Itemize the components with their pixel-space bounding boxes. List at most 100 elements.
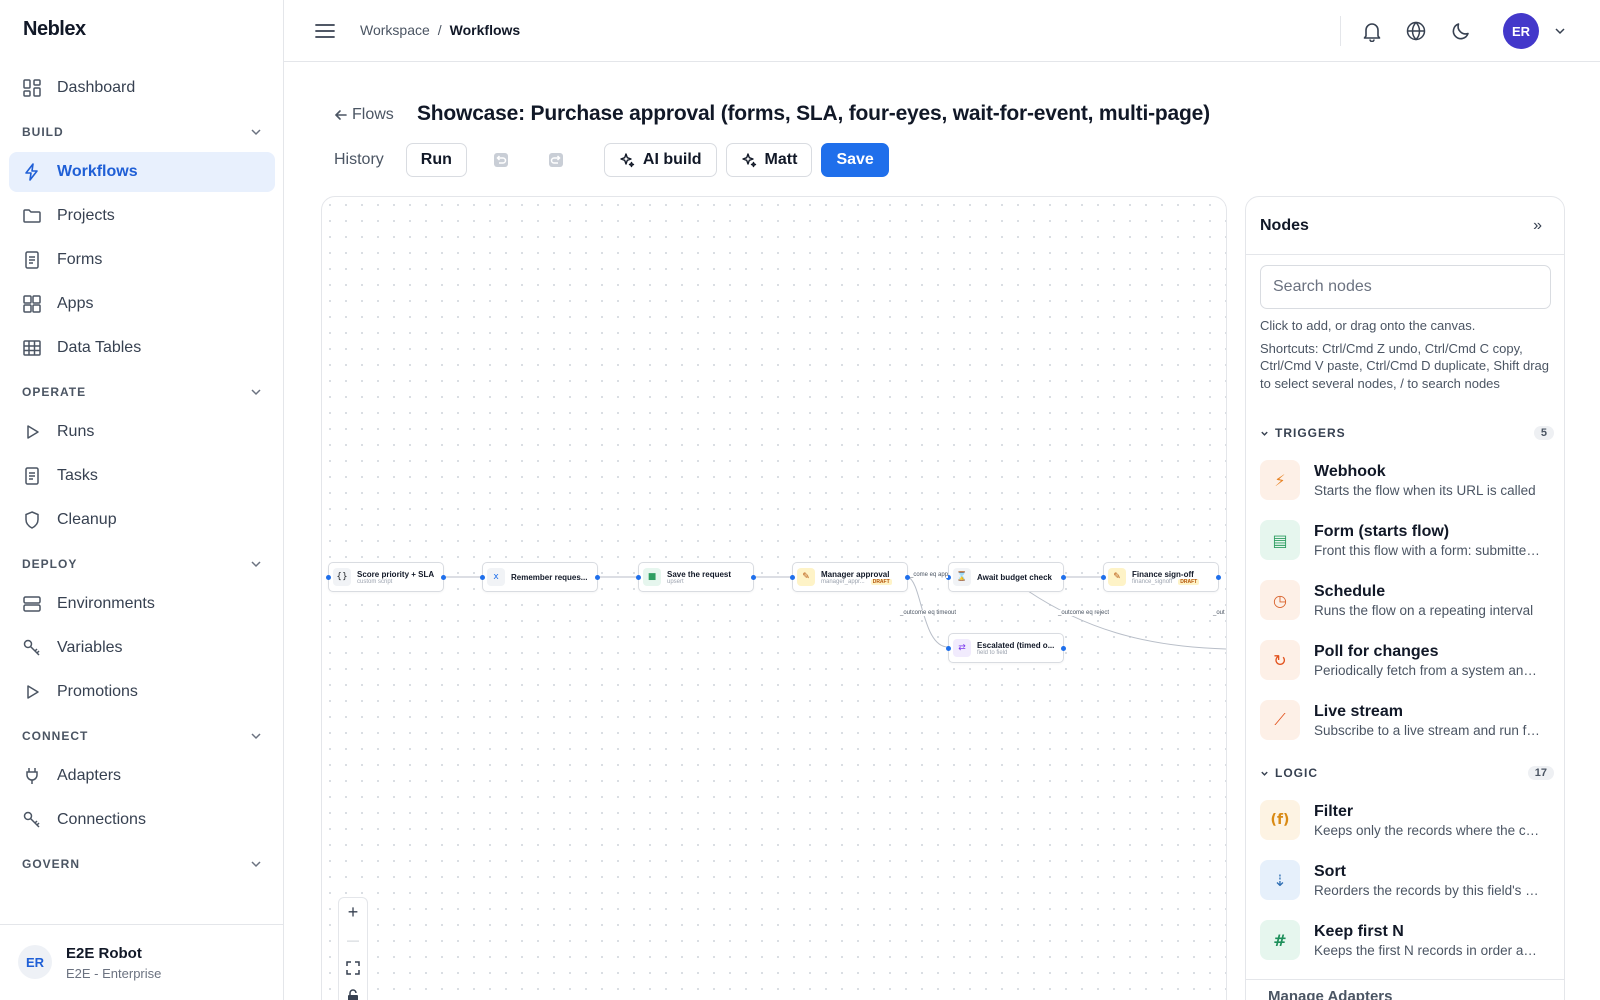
history-button[interactable]: History bbox=[334, 151, 384, 169]
output-port[interactable] bbox=[441, 575, 446, 580]
collapse-panel-button[interactable]: » bbox=[1533, 217, 1542, 235]
fit-view-button[interactable] bbox=[339, 954, 367, 982]
zoom-out-button[interactable]: — bbox=[339, 926, 367, 954]
input-port[interactable] bbox=[946, 646, 951, 651]
chevron-down-icon[interactable] bbox=[1554, 25, 1566, 37]
undo-button[interactable] bbox=[487, 146, 515, 174]
workflow-canvas[interactable]: {} Score priority + SLA custom script x … bbox=[321, 196, 1227, 1000]
node-type-form[interactable]: ▤ Form (starts flow) Front this flow wit… bbox=[1260, 513, 1554, 567]
manage-adapters-link[interactable]: Manage Adapters bbox=[1246, 979, 1564, 1000]
nodes-panel: Nodes » Click to add, or drag onto the c… bbox=[1245, 196, 1565, 1000]
lock-button[interactable] bbox=[339, 982, 367, 1000]
sidebar-item-variables[interactable]: Variables bbox=[9, 628, 275, 668]
output-port[interactable] bbox=[1061, 646, 1066, 651]
hint-shortcuts: Shortcuts: Ctrl/Cmd Z undo, Ctrl/Cmd C c… bbox=[1260, 340, 1549, 391]
input-port[interactable] bbox=[1101, 575, 1106, 580]
save-button[interactable]: Save bbox=[821, 143, 889, 177]
node-type-text: Form (starts flow) Front this flow with … bbox=[1314, 523, 1544, 558]
section-connect[interactable]: CONNECT bbox=[22, 718, 262, 754]
section-operate[interactable]: OPERATE bbox=[22, 374, 262, 410]
bell-icon[interactable] bbox=[1361, 20, 1383, 42]
node-type-sort[interactable]: ⇣ Sort Reorders the records by this fiel… bbox=[1260, 853, 1554, 907]
search-nodes-input[interactable] bbox=[1260, 265, 1551, 309]
category-label: TRIGGERS bbox=[1275, 426, 1346, 440]
category-toggle[interactable]: LOGIC bbox=[1260, 766, 1318, 780]
workflow-node-escalated[interactable]: ⇄ Escalated (timed o... field to field bbox=[946, 633, 1066, 663]
node-subtitle: custom script bbox=[357, 578, 393, 585]
input-port[interactable] bbox=[790, 575, 795, 580]
sidebar-item-workflows[interactable]: Workflows bbox=[9, 152, 275, 192]
input-port[interactable] bbox=[636, 575, 641, 580]
folder-icon bbox=[22, 206, 42, 226]
node-type-webhook[interactable]: ⚡ Webhook Starts the flow when its URL i… bbox=[1260, 453, 1554, 507]
workflow-node-remember[interactable]: x Remember reques... bbox=[480, 562, 600, 592]
node-type-name: Sort bbox=[1314, 862, 1346, 880]
hourglass-icon: ⌛ bbox=[953, 568, 971, 586]
category-toggle[interactable]: TRIGGERS bbox=[1260, 426, 1346, 440]
sidebar-item-environments[interactable]: Environments bbox=[9, 584, 275, 624]
workflow-node-manager-approval[interactable]: ✎ Manager approval manager_appr... DRAFT bbox=[790, 562, 910, 592]
sidebar-item-forms[interactable]: Forms bbox=[9, 240, 275, 280]
run-button[interactable]: Run bbox=[405, 143, 467, 177]
node-type-keep-first-n[interactable]: # Keep first N Keeps the first N records… bbox=[1260, 913, 1554, 967]
globe-icon[interactable] bbox=[1405, 20, 1427, 42]
user-profile[interactable]: ER E2E Robot E2E - Enterprise bbox=[0, 924, 283, 1000]
draft-badge: DRAFT bbox=[1178, 578, 1200, 585]
node-type-live-stream[interactable]: ⟋ Live stream Subscribe to a live stream… bbox=[1260, 693, 1554, 747]
node-type-text: Schedule Runs the flow on a repeating in… bbox=[1314, 583, 1544, 618]
sidebar-item-data-tables[interactable]: Data Tables bbox=[9, 328, 275, 368]
node-type-schedule[interactable]: ◷ Schedule Runs the flow on a repeating … bbox=[1260, 573, 1554, 627]
node-type-name: Keep first N bbox=[1314, 922, 1404, 940]
sidebar-item-dashboard[interactable]: Dashboard bbox=[9, 68, 275, 108]
sidebar-item-runs[interactable]: Runs bbox=[9, 412, 275, 452]
sidebar-item-cleanup[interactable]: Cleanup bbox=[9, 500, 275, 540]
node-type-text: Poll for changes Periodically fetch from… bbox=[1314, 643, 1544, 678]
sidebar-item-label: Adapters bbox=[57, 767, 122, 784]
node-type-description: Runs the flow on a repeating interval bbox=[1314, 602, 1534, 618]
redo-icon bbox=[548, 153, 563, 167]
section-govern[interactable]: GOVERN bbox=[22, 846, 262, 882]
ai-build-button[interactable]: AI build bbox=[603, 143, 717, 177]
redo-button[interactable] bbox=[542, 146, 570, 174]
sidebar-item-connections[interactable]: Connections bbox=[9, 800, 275, 840]
sidebar-item-projects[interactable]: Projects bbox=[9, 196, 275, 236]
sidebar-item-promotions[interactable]: Promotions bbox=[9, 672, 275, 712]
plug-icon bbox=[22, 766, 42, 786]
brand-logo[interactable]: Neblex bbox=[23, 18, 86, 41]
workflow-node-score[interactable]: {} Score priority + SLA custom script bbox=[326, 562, 446, 592]
input-port[interactable] bbox=[326, 575, 331, 580]
workflow-node-await-budget[interactable]: ⌛ Await budget check bbox=[946, 562, 1066, 592]
node-type-text: Webhook Starts the flow when its URL is … bbox=[1314, 463, 1544, 498]
sidebar-item-apps[interactable]: Apps bbox=[9, 284, 275, 324]
section-build[interactable]: BUILD bbox=[22, 114, 262, 150]
output-port[interactable] bbox=[595, 575, 600, 580]
chevron-down-icon bbox=[251, 733, 261, 740]
document-icon bbox=[22, 250, 42, 270]
node-subtitle: field to field bbox=[977, 649, 1008, 656]
breadcrumb: Workspace / Workflows bbox=[360, 22, 520, 38]
menu-icon[interactable] bbox=[314, 20, 336, 42]
output-port[interactable] bbox=[1216, 575, 1221, 580]
node-type-filter[interactable]: (f) Filter Keeps only the records where … bbox=[1260, 793, 1554, 847]
dashboard-icon bbox=[22, 78, 42, 98]
undo-icon bbox=[493, 153, 508, 167]
back-to-flows-link[interactable]: Flows bbox=[334, 106, 394, 124]
node-body: Save the request upsert bbox=[667, 570, 753, 585]
section-deploy[interactable]: DEPLOY bbox=[22, 546, 262, 582]
breadcrumb-workspace[interactable]: Workspace bbox=[360, 22, 430, 38]
output-port[interactable] bbox=[751, 575, 756, 580]
node-body: Remember reques... bbox=[511, 573, 597, 582]
topbar: Workspace / Workflows ER bbox=[284, 0, 1600, 62]
input-port[interactable] bbox=[480, 575, 485, 580]
node-type-poll[interactable]: ↻ Poll for changes Periodically fetch fr… bbox=[1260, 633, 1554, 687]
sidebar-item-tasks[interactable]: Tasks bbox=[9, 456, 275, 496]
matt-button[interactable]: Matt bbox=[725, 143, 813, 177]
zoom-in-button[interactable]: + bbox=[339, 898, 367, 926]
workflow-node-finance-signoff[interactable]: ✎ Finance sign-off finance_signoff DRAFT bbox=[1101, 562, 1221, 592]
avatar[interactable]: ER bbox=[1503, 13, 1539, 49]
workflow-node-save[interactable]: ■ Save the request upsert bbox=[636, 562, 756, 592]
section-title: BUILD bbox=[22, 125, 64, 139]
sidebar-item-adapters[interactable]: Adapters bbox=[9, 756, 275, 796]
moon-icon[interactable] bbox=[1450, 20, 1472, 42]
output-port[interactable] bbox=[1061, 575, 1066, 580]
